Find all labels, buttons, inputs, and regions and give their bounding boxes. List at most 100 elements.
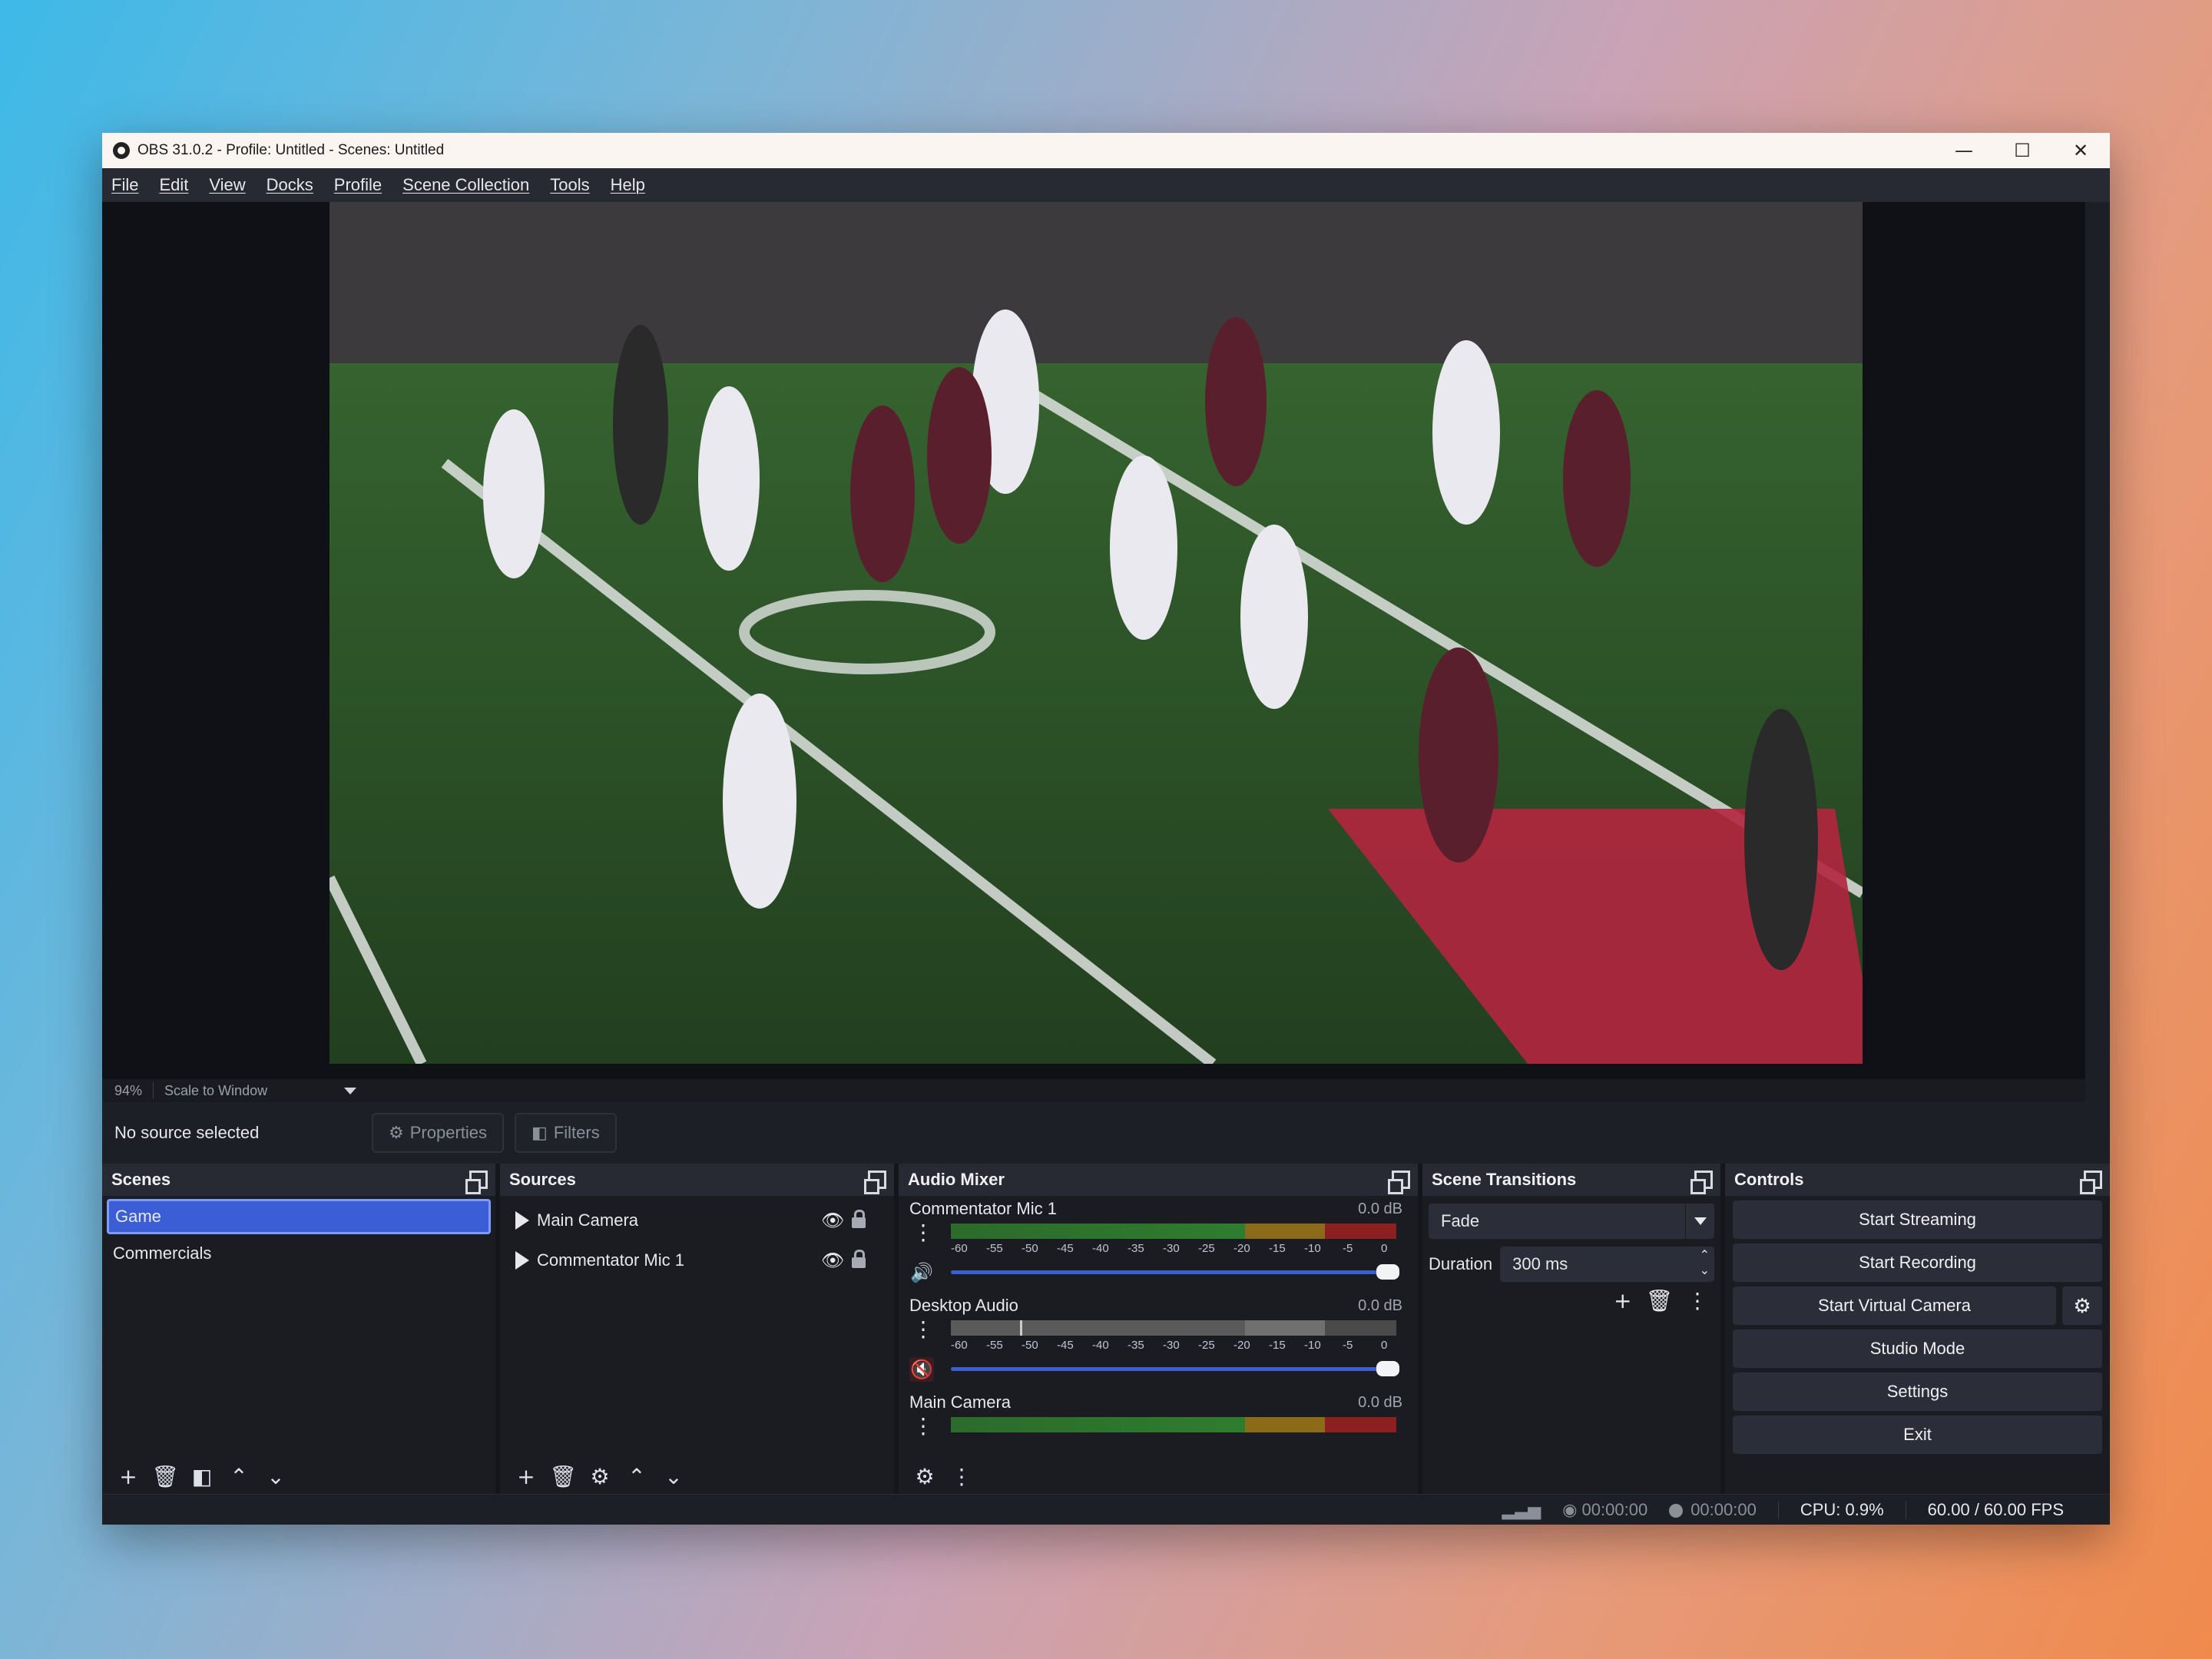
settings-button[interactable]: Settings	[1733, 1373, 2102, 1411]
popout-icon[interactable]	[864, 1171, 886, 1194]
mixer-footer: ⚙ ⋮	[899, 1459, 1418, 1494]
sources-header: Sources	[500, 1164, 894, 1196]
menu-file[interactable]: File	[111, 175, 138, 195]
close-button[interactable]: ✕	[2051, 133, 2110, 168]
obs-logo-icon	[113, 142, 130, 159]
volume-slider[interactable]	[951, 1264, 1399, 1280]
expand-icon[interactable]	[515, 1211, 529, 1230]
menu-docks[interactable]: Docks	[267, 175, 313, 195]
popout-icon[interactable]	[2080, 1171, 2102, 1194]
controls-dock: Controls Start Streaming Start Recording…	[1725, 1164, 2110, 1494]
menu-help[interactable]: Help	[611, 175, 645, 195]
move-up-button[interactable]: ⌃	[618, 1461, 655, 1492]
slider-handle[interactable]	[1376, 1264, 1399, 1280]
scene-label: Commercials	[113, 1243, 212, 1263]
chevron-down-icon[interactable]	[344, 1087, 357, 1094]
scene-item-game[interactable]: Game	[107, 1199, 491, 1234]
meter-scale: -60 -55 -50 -45 -40 -35 -30 -25 -20 -15 -10 -5 0	[951, 1339, 1388, 1352]
scene-filters-button[interactable]: ◧	[184, 1461, 220, 1492]
status-bar: ▂▃▅ ◉ 00:00:00 00:00:00 CPU: 0.9% 60.00 …	[102, 1494, 2110, 1525]
mixer-title: Audio Mixer	[908, 1170, 1005, 1189]
volume-slider[interactable]	[951, 1361, 1399, 1376]
move-down-button[interactable]: ⌄	[257, 1461, 294, 1492]
scenes-footer: + 🗑 ◧ ⌃ ⌄	[102, 1459, 495, 1494]
maximize-button[interactable]: ☐	[1993, 133, 2051, 168]
transitions-title: Scene Transitions	[1432, 1170, 1577, 1189]
menu-scene-collection[interactable]: Scene Collection	[402, 175, 529, 195]
menu-view[interactable]: View	[209, 175, 245, 195]
menu-profile[interactable]: Profile	[334, 175, 382, 195]
move-up-button[interactable]: ⌃	[220, 1461, 257, 1492]
duration-input[interactable]: 300 ms ⌃ ⌄	[1500, 1247, 1714, 1282]
menu-tools[interactable]: Tools	[550, 175, 589, 195]
add-scene-button[interactable]: +	[110, 1461, 147, 1492]
minimize-button[interactable]: —	[1935, 133, 1993, 168]
exit-button[interactable]: Exit	[1733, 1416, 2102, 1454]
meter-scale: -60 -55 -50 -45 -40 -35 -30 -25 -20 -15 -10 -5 0	[951, 1242, 1388, 1255]
channel-name: Desktop Audio	[909, 1296, 1018, 1315]
popout-icon[interactable]	[465, 1171, 488, 1194]
audio-mixer-dock: Audio Mixer Commentator Mic 1 0.0 dB ⋮ -…	[899, 1164, 1422, 1494]
mixer-channel: Main Camera 0.0 dB ⋮	[899, 1389, 1418, 1443]
visibility-eye-icon[interactable]: 👁	[821, 1250, 844, 1272]
menu-bar: File Edit View Docks Profile Scene Colle…	[102, 168, 2110, 202]
source-properties-button[interactable]: ⚙	[581, 1461, 618, 1492]
filters-button[interactable]: ◧ Filters	[515, 1113, 617, 1153]
source-toolbar: No source selected ⚙ Properties ◧ Filter…	[102, 1102, 2110, 1164]
lock-icon[interactable]	[852, 1250, 866, 1268]
kebab-menu-icon[interactable]: ⋮	[912, 1416, 934, 1437]
sources-footer: + 🗑 ⚙ ⌃ ⌄	[500, 1459, 894, 1494]
remove-source-button[interactable]: 🗑	[545, 1461, 581, 1492]
mixer-channel: Desktop Audio 0.0 dB ⋮ -60 -55 -50 -45 -40 -3…	[899, 1293, 1418, 1389]
chevron-down-icon[interactable]	[1685, 1204, 1714, 1239]
source-item-main-camera[interactable]: Main Camera 👁	[500, 1200, 894, 1240]
speaker-muted-icon[interactable]: 🔇	[909, 1357, 934, 1382]
remove-transition-button[interactable]: 🗑	[1645, 1288, 1673, 1313]
signal-bars-icon: ▂▃▅	[1502, 1499, 1541, 1519]
source-item-commentator-mic[interactable]: Commentator Mic 1 👁	[500, 1240, 894, 1280]
start-streaming-button[interactable]: Start Streaming	[1733, 1200, 2102, 1239]
scale-mode-select[interactable]: Scale to Window	[164, 1083, 267, 1099]
properties-button[interactable]: ⚙ Properties	[372, 1113, 505, 1153]
scene-item-commercials[interactable]: Commercials	[102, 1236, 495, 1271]
rec-time: 00:00:00	[1690, 1499, 1757, 1519]
broadcast-icon: ◉	[1562, 1499, 1582, 1519]
add-transition-button[interactable]: +	[1614, 1288, 1631, 1313]
lock-icon[interactable]	[852, 1210, 866, 1228]
transition-select[interactable]: Fade	[1429, 1204, 1714, 1239]
start-recording-button[interactable]: Start Recording	[1733, 1243, 2102, 1282]
stream-status: ◉ 00:00:00	[1562, 1500, 1647, 1520]
preview-video[interactable]	[329, 202, 1863, 1064]
properties-label: Properties	[409, 1123, 488, 1142]
duration-value: 300 ms	[1512, 1254, 1568, 1273]
channel-db: 0.0 dB	[1358, 1297, 1402, 1314]
controls-header: Controls	[1725, 1164, 2110, 1196]
studio-mode-button[interactable]: Studio Mode	[1733, 1330, 2102, 1368]
preview-area[interactable]	[102, 202, 2085, 1212]
transition-menu-icon[interactable]: ⋮	[1687, 1288, 1708, 1313]
mixer-menu-icon[interactable]: ⋮	[943, 1461, 980, 1492]
mixer-header: Audio Mixer	[899, 1164, 1418, 1196]
slider-handle[interactable]	[1376, 1361, 1399, 1376]
spinner-icon[interactable]: ⌃ ⌄	[1700, 1248, 1710, 1279]
kebab-menu-icon[interactable]: ⋮	[912, 1319, 934, 1340]
remove-scene-button[interactable]: 🗑	[147, 1461, 184, 1492]
preview-scrollbar[interactable]	[2085, 202, 2110, 1212]
start-virtual-camera-button[interactable]: Start Virtual Camera	[1733, 1286, 2056, 1325]
popout-icon[interactable]	[1690, 1171, 1713, 1194]
source-label: Main Camera	[537, 1210, 639, 1230]
virtual-camera-settings-gear-icon[interactable]: ⚙	[2062, 1286, 2102, 1325]
advanced-audio-gear-icon[interactable]: ⚙	[906, 1461, 943, 1492]
visibility-eye-icon[interactable]: 👁	[821, 1210, 844, 1232]
menu-edit[interactable]: Edit	[159, 175, 188, 195]
speaker-icon[interactable]: 🔊	[909, 1260, 934, 1285]
move-down-button[interactable]: ⌄	[655, 1461, 692, 1492]
kebab-menu-icon[interactable]: ⋮	[912, 1222, 934, 1243]
volume-meter	[951, 1224, 1396, 1239]
controls-title: Controls	[1734, 1170, 1804, 1189]
add-source-button[interactable]: +	[508, 1461, 545, 1492]
filters-label: Filters	[553, 1123, 600, 1142]
mixer-channel: Commentator Mic 1 0.0 dB ⋮ -60 -55 -50 -45-…	[899, 1196, 1418, 1293]
popout-icon[interactable]	[1388, 1171, 1410, 1194]
expand-icon[interactable]	[515, 1251, 529, 1270]
